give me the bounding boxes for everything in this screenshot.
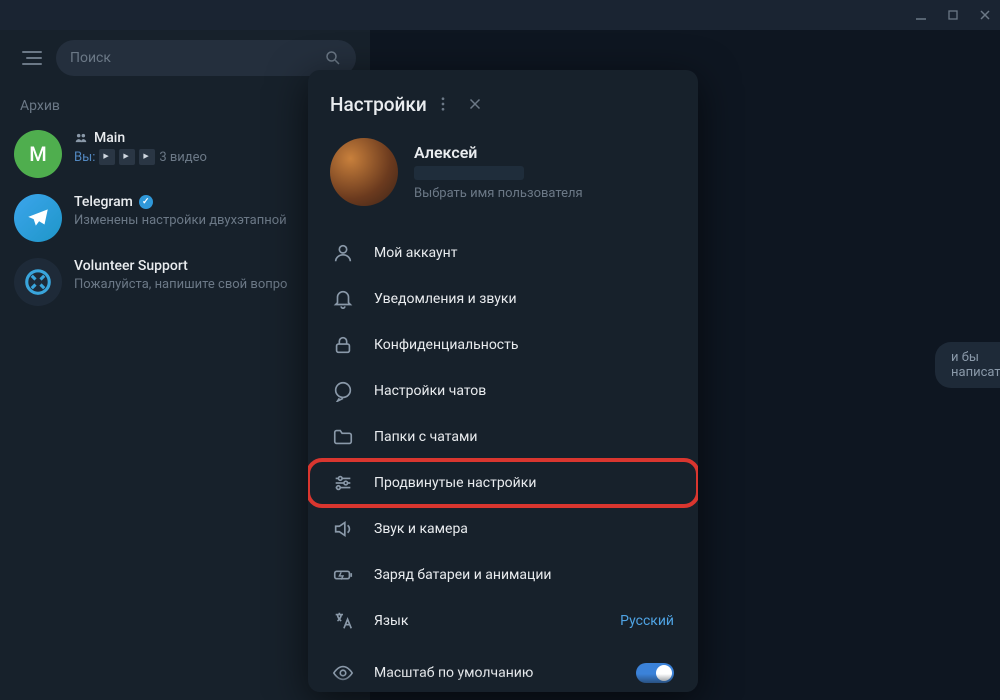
video-thumbnail-icon xyxy=(119,149,135,165)
chat-preview: Пожалуйста, напишите свой вопро xyxy=(74,277,287,292)
maximize-button[interactable] xyxy=(946,8,960,22)
verified-icon xyxy=(139,195,153,209)
close-icon xyxy=(466,95,484,113)
default-scale-row: Масштаб по умолчанию xyxy=(308,650,698,688)
profile-name: Алексей xyxy=(414,143,676,162)
search-input[interactable]: Поиск xyxy=(56,40,356,76)
language-value: Русский xyxy=(620,613,674,629)
video-thumbnail-icon xyxy=(139,149,155,165)
profile-username-hint: Выбрать имя пользователя xyxy=(414,186,676,201)
group-icon xyxy=(74,131,88,145)
search-placeholder: Поиск xyxy=(70,50,111,66)
menu-label: Уведомления и звуки xyxy=(374,291,517,307)
avatar xyxy=(14,258,62,306)
window-titlebar xyxy=(0,0,1000,30)
menu-label: Язык xyxy=(374,613,408,629)
menu-label: Настройки чатов xyxy=(374,383,486,399)
chat-icon xyxy=(332,380,354,402)
chat-name: Main xyxy=(94,130,125,146)
bell-icon xyxy=(332,288,354,310)
settings-item-language[interactable]: Язык Русский xyxy=(308,598,698,644)
chat-name: Volunteer Support xyxy=(74,258,188,274)
menu-label: Мой аккаунт xyxy=(374,245,457,261)
settings-item-account[interactable]: Мой аккаунт xyxy=(308,230,698,276)
chat-preview: 3 видео xyxy=(159,150,207,165)
minimize-button[interactable] xyxy=(914,8,928,22)
close-dialog-button[interactable] xyxy=(459,88,491,120)
chat-preview: Изменены настройки двухэтапной xyxy=(74,213,287,228)
menu-label: Заряд батареи и анимации xyxy=(374,567,552,583)
avatar: M xyxy=(14,130,62,178)
settings-title: Настройки xyxy=(330,93,427,116)
menu-label: Продвинутые настройки xyxy=(374,475,536,491)
scale-label: Масштаб по умолчанию xyxy=(374,665,616,681)
account-icon xyxy=(332,242,354,264)
eye-icon xyxy=(332,662,354,684)
more-options-button[interactable] xyxy=(427,88,459,120)
profile-avatar xyxy=(330,138,398,206)
sliders-icon xyxy=(332,472,354,494)
video-thumbnail-icon xyxy=(99,149,115,165)
avatar xyxy=(14,194,62,242)
close-window-button[interactable] xyxy=(978,8,992,22)
dots-vertical-icon xyxy=(434,95,452,113)
speaker-icon xyxy=(332,518,354,540)
hamburger-menu-button[interactable] xyxy=(14,46,42,70)
chat-you-prefix: Вы: xyxy=(74,150,95,165)
settings-dialog: Настройки Алексей Выбрать имя пользовате… xyxy=(308,70,698,692)
menu-label: Папки с чатами xyxy=(374,429,477,445)
battery-icon xyxy=(332,564,354,586)
chat-name: Telegram xyxy=(74,194,133,210)
settings-item-folders[interactable]: Папки с чатами xyxy=(308,414,698,460)
settings-item-notifications[interactable]: Уведомления и звуки xyxy=(308,276,698,322)
profile-section[interactable]: Алексей Выбрать имя пользователя xyxy=(308,132,698,224)
telegram-logo-icon xyxy=(25,205,51,231)
settings-item-privacy[interactable]: Конфиденциальность xyxy=(308,322,698,368)
hint-bubble: и бы написать xyxy=(935,342,1000,388)
menu-label: Звук и камера xyxy=(374,521,468,537)
default-scale-toggle[interactable] xyxy=(636,663,674,683)
folder-icon xyxy=(332,426,354,448)
menu-label: Конфиденциальность xyxy=(374,337,518,353)
lock-icon xyxy=(332,334,354,356)
settings-item-battery[interactable]: Заряд батареи и анимации xyxy=(308,552,698,598)
settings-item-sound-camera[interactable]: Звук и камера xyxy=(308,506,698,552)
language-icon xyxy=(332,610,354,632)
settings-item-advanced[interactable]: Продвинутые настройки xyxy=(308,460,698,506)
profile-phone-redacted xyxy=(414,166,524,180)
settings-item-chat[interactable]: Настройки чатов xyxy=(308,368,698,414)
search-icon xyxy=(324,49,342,67)
support-icon xyxy=(23,267,53,297)
